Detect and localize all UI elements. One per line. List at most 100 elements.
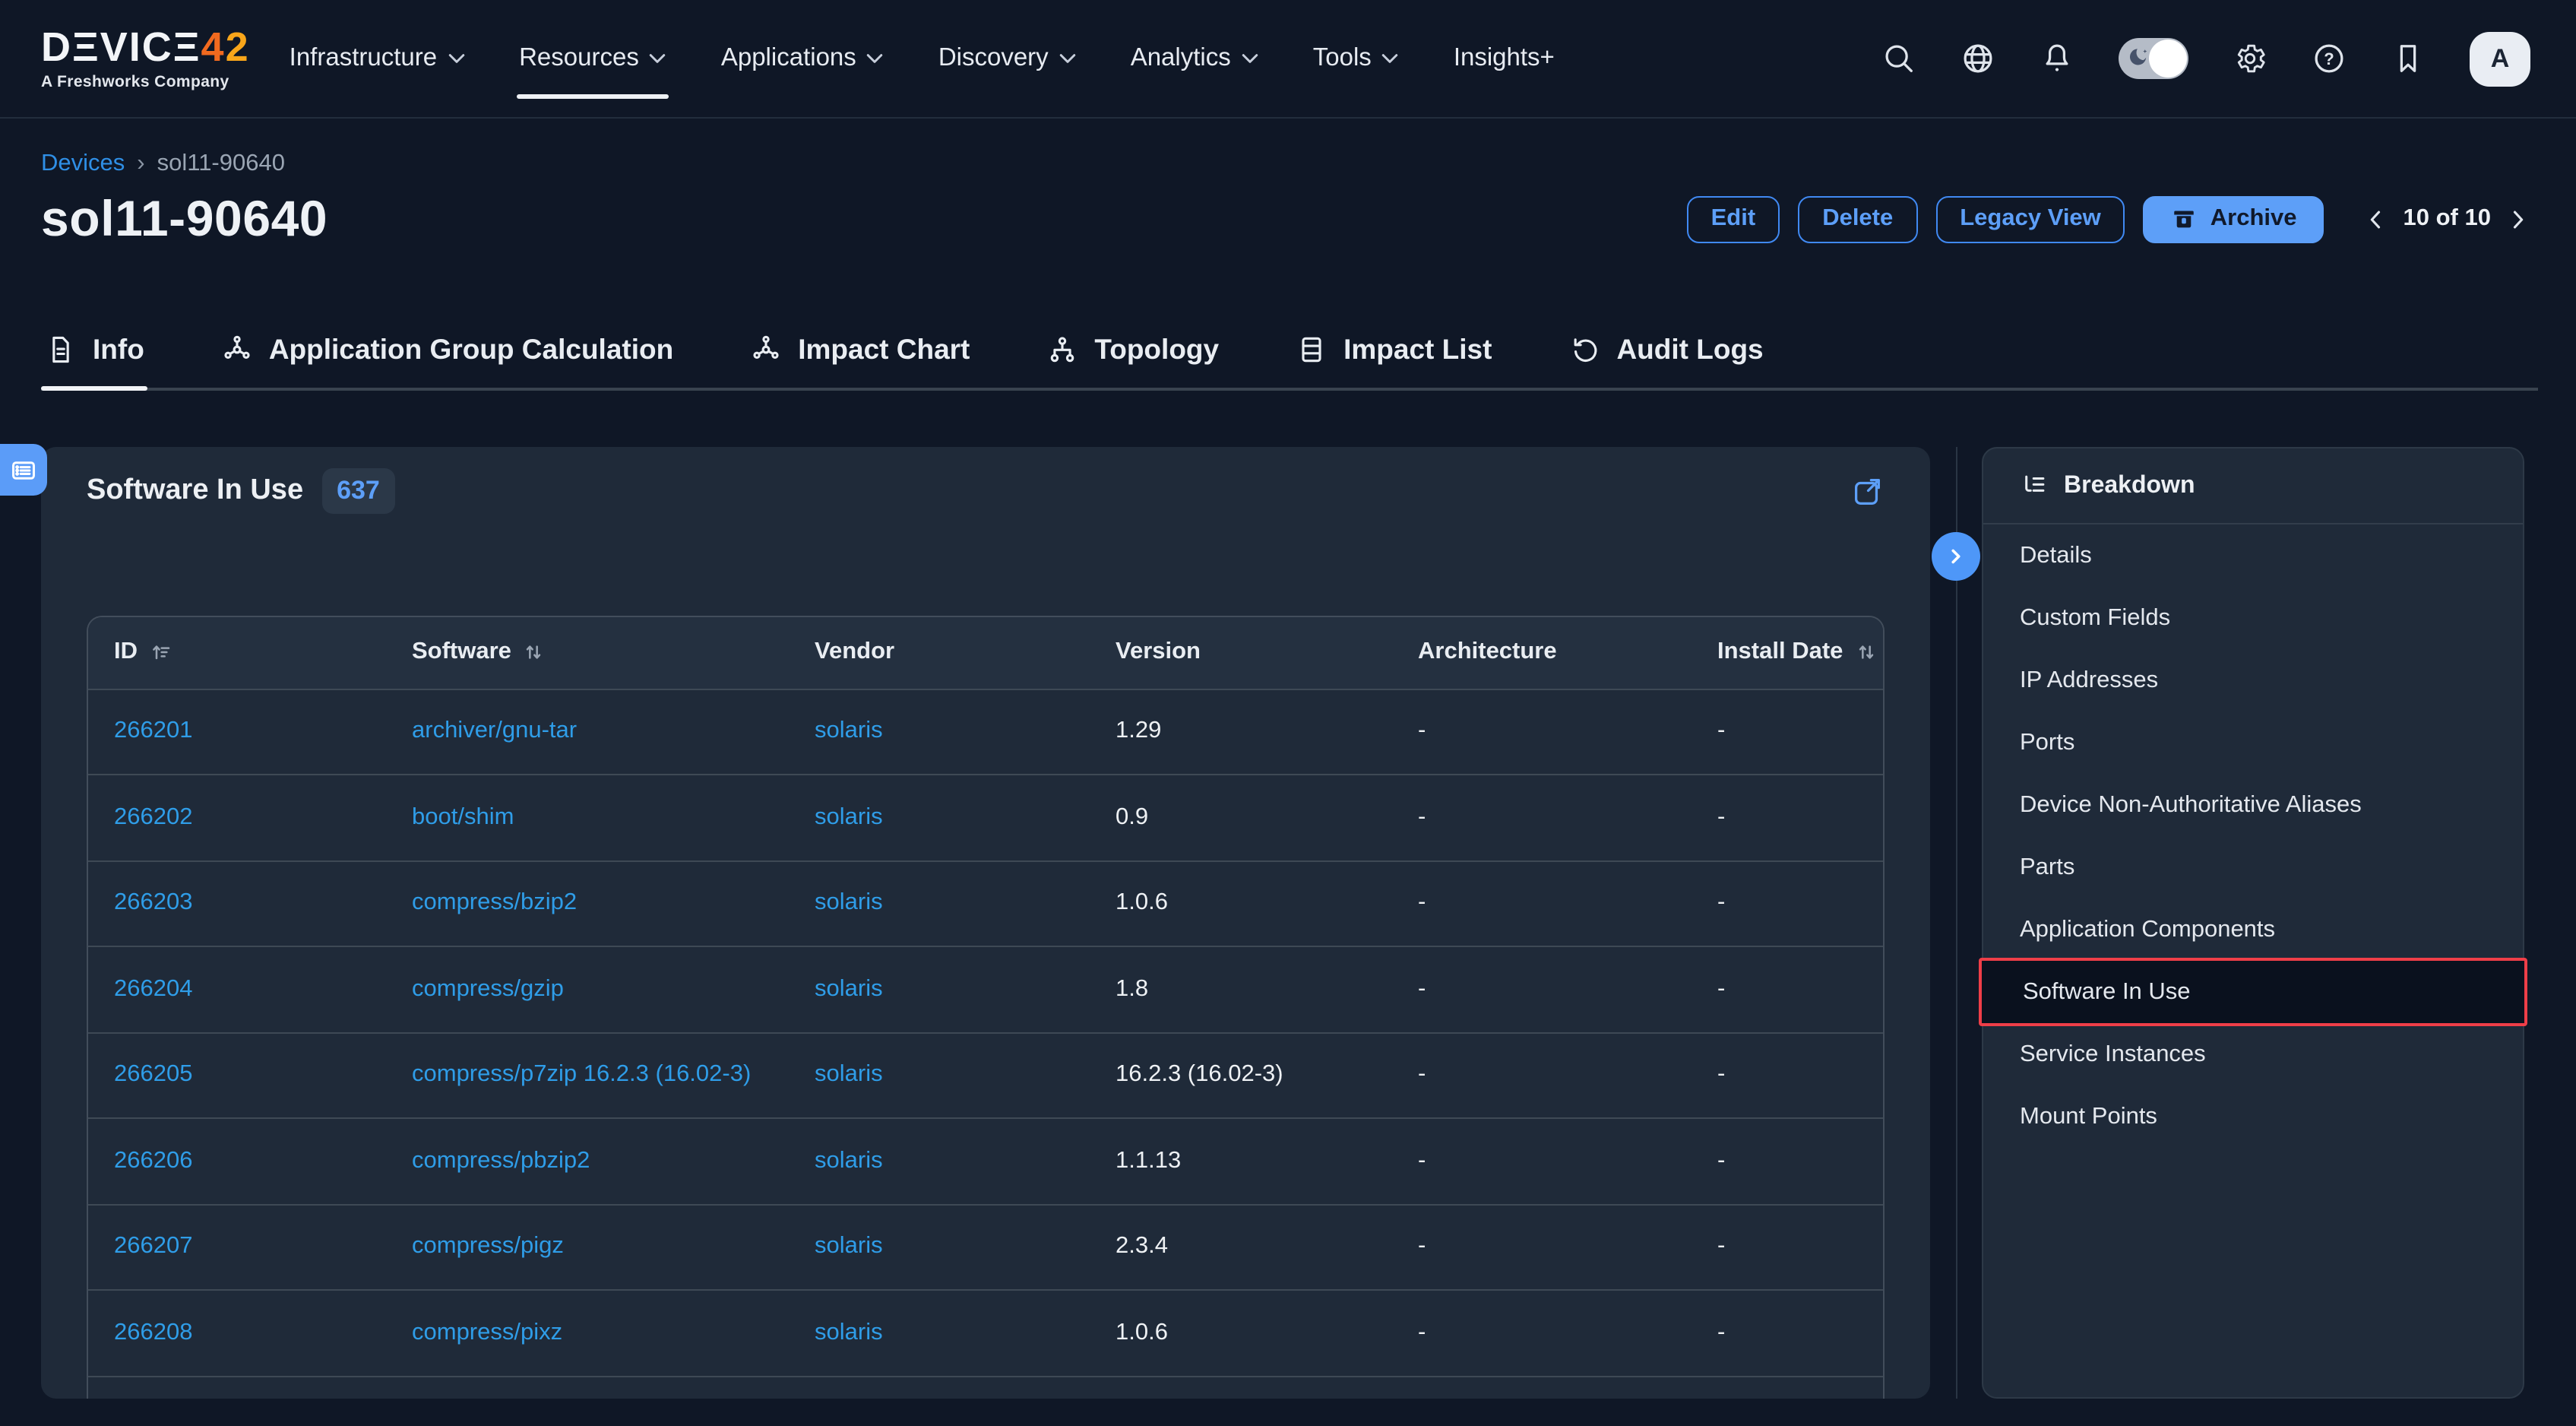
software-name-link[interactable]: compress/p7zip 16.2.3 (16.02-3) [412,1062,751,1088]
software-name-link[interactable]: compress/bzip2 [412,890,577,916]
tree-icon [1046,333,1079,366]
next-record-icon[interactable] [2505,206,2530,232]
install-date-cell: - [1691,1118,1885,1204]
version-cell: 1.0.6 [1090,1290,1392,1376]
globe-icon[interactable] [1960,41,1995,76]
vendor-link[interactable]: solaris [815,1062,883,1088]
help-icon[interactable]: ? [2312,41,2347,76]
page-title: sol11-90640 [41,190,328,248]
sidebar-item[interactable]: Mount Points [1983,1085,2523,1148]
history-icon [1568,333,1601,366]
pager-label: 10 of 10 [2404,205,2491,233]
breakdown-sidebar: Breakdown Details Custom Fields IP Addre… [1982,447,2524,1399]
nav-item-discovery[interactable]: Discovery [938,29,1076,88]
chevron-down-icon [448,53,464,64]
version-cell: 0.9 [1090,775,1392,860]
sidebar-item[interactable]: Custom Fields [1983,587,2523,649]
column-header-architecture[interactable]: Architecture [1392,617,1691,689]
architecture-cell: - [1392,689,1691,775]
dark-mode-toggle[interactable] [2119,38,2188,79]
tab-impact-list[interactable]: Impact List [1292,309,1495,388]
vendor-link[interactable]: solaris [815,1320,883,1345]
tab-impact-chart[interactable]: Impact Chart [746,309,973,388]
breakdown-tree-icon [2020,471,2049,500]
device42-logo[interactable]: DΞVICΞ42 A Freshworks Company [41,27,250,90]
breadcrumb-devices-link[interactable]: Devices [41,151,125,178]
sidebar-item[interactable]: Service Instances [1983,1023,2523,1085]
external-link-icon[interactable] [1850,474,1885,509]
previous-record-icon[interactable] [2364,206,2390,232]
tab-audit-logs[interactable]: Audit Logs [1565,309,1766,388]
software-name-link[interactable]: compress/pixz [412,1320,562,1345]
install-date-cell: - [1691,1204,1885,1290]
delete-button[interactable]: Delete [1798,195,1917,242]
legacy-view-button[interactable]: Legacy View [1935,195,2125,242]
column-header-vendor[interactable]: Vendor [789,617,1090,689]
breadcrumb-separator: › [137,151,144,178]
bell-icon[interactable] [2040,41,2074,76]
search-icon[interactable] [1881,41,1916,76]
vendor-link[interactable]: solaris [815,804,883,830]
breadcrumb-current: sol11-90640 [157,151,285,178]
software-id-link[interactable]: 266206 [114,1148,192,1174]
architecture-cell: - [1392,775,1691,860]
vendor-link[interactable]: solaris [815,1234,883,1260]
table-row: 266207 compress/pigz solaris 2.3.4 - - [88,1204,1885,1290]
nav-item-tools[interactable]: Tools [1313,29,1399,88]
software-id-link[interactable]: 266203 [114,890,192,916]
tab-topology[interactable]: Topology [1043,309,1222,388]
software-name-link[interactable]: compress/pbzip2 [412,1148,590,1174]
toggle-knob [2149,40,2187,78]
tab-application-group-calculation[interactable]: Application Group Calculation [217,309,676,388]
vendor-link[interactable]: solaris [815,890,883,916]
partial-table-row [88,1376,1885,1399]
tab-info[interactable]: Info [41,309,147,388]
vendor-link[interactable]: solaris [815,976,883,1002]
software-id-link[interactable]: 266201 [114,718,192,744]
sidebar-item[interactable]: Application Components [1983,898,2523,961]
vendor-link[interactable]: solaris [815,718,883,744]
column-header-install-date[interactable]: Install Date [1691,617,1885,689]
column-header-id[interactable]: ID [88,617,386,689]
gear-icon[interactable] [2233,41,2267,76]
software-id-link[interactable]: 266202 [114,804,192,830]
install-date-cell: - [1691,775,1885,860]
user-avatar[interactable]: A [2470,31,2530,86]
sidebar-item[interactable]: Parts [1983,836,2523,898]
software-name-link[interactable]: compress/gzip [412,976,564,1002]
software-id-link[interactable]: 266204 [114,976,192,1002]
software-id-link[interactable]: 266205 [114,1062,192,1088]
nav-item-resources[interactable]: Resources [519,29,666,88]
logo-wordmark: DΞVICΞ42 [41,27,250,68]
document-icon [44,333,78,366]
software-name-link[interactable]: archiver/gnu-tar [412,718,577,744]
chevron-down-icon [1382,53,1399,64]
sort-updown-icon [522,641,546,665]
column-header-software[interactable]: Software [386,617,789,689]
chevron-down-icon [1242,53,1258,64]
table-row: 266201 archiver/gnu-tar solaris 1.29 - - [88,689,1885,775]
side-panel-flag[interactable] [0,444,47,496]
software-name-link[interactable]: compress/pigz [412,1234,564,1260]
software-id-link[interactable]: 266208 [114,1320,192,1345]
collapse-sidebar-button[interactable] [1932,532,1980,581]
chevron-down-icon [650,53,666,64]
top-navigation-bar: DΞVICΞ42 A Freshworks Company Infrastruc… [0,0,2576,119]
sidebar-item[interactable]: Device Non-Authoritative Aliases [1983,774,2523,836]
software-name-link[interactable]: boot/shim [412,804,514,830]
software-id-link[interactable]: 266207 [114,1234,192,1260]
archive-button[interactable]: Archive [2144,195,2324,242]
nav-item-insights[interactable]: Insights+ [1454,29,1555,88]
nav-item-applications[interactable]: Applications [721,29,884,88]
sidebar-item[interactable]: Software In Use [1979,958,2527,1026]
edit-button[interactable]: Edit [1687,195,1780,242]
vendor-link[interactable]: solaris [815,1148,883,1174]
moon-icon [2126,46,2152,71]
sidebar-item[interactable]: Ports [1983,711,2523,774]
nav-item-analytics[interactable]: Analytics [1131,29,1258,88]
sidebar-item[interactable]: IP Addresses [1983,649,2523,711]
column-header-version[interactable]: Version [1090,617,1392,689]
sidebar-item[interactable]: Details [1983,524,2523,587]
nav-item-infrastructure[interactable]: Infrastructure [290,29,464,88]
bookmark-icon[interactable] [2391,41,2426,76]
